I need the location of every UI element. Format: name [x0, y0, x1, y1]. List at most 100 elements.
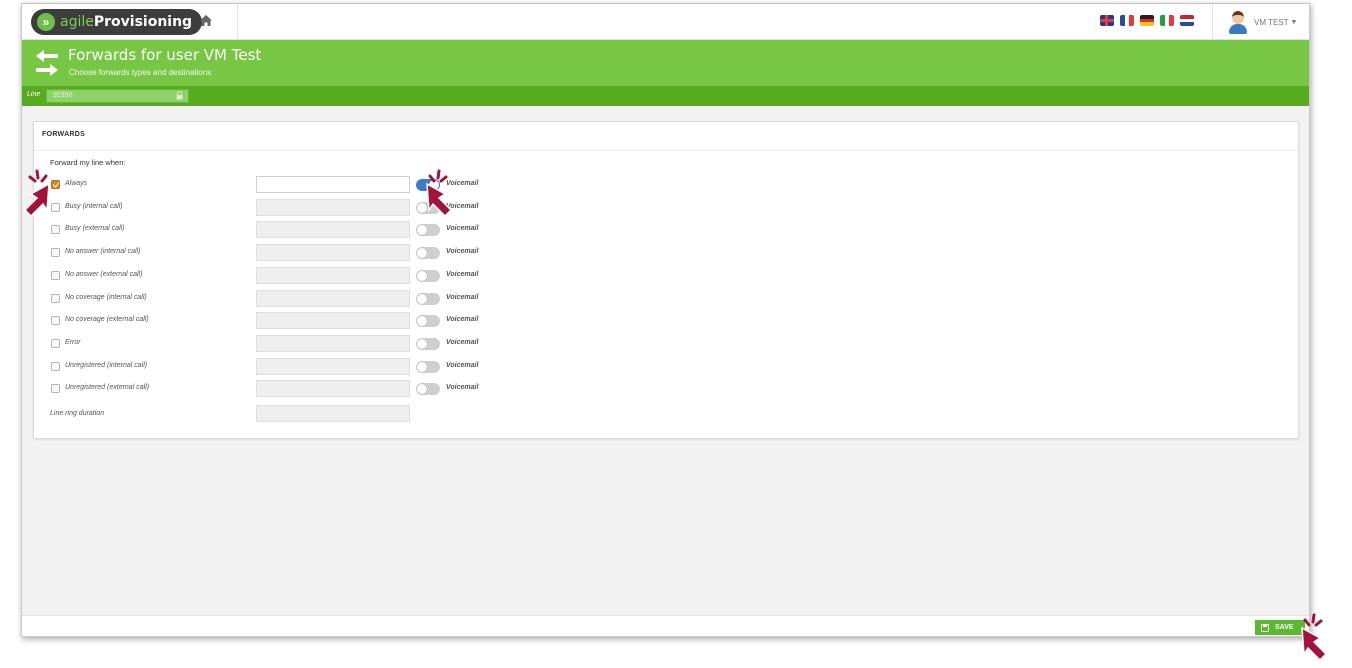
ring-duration-label: Line ring duration — [50, 410, 105, 417]
panel-title: FORWARDS — [42, 131, 86, 138]
language-selector — [1100, 15, 1194, 26]
forward-rule-label: No coverage (external call) — [65, 316, 149, 324]
lock-icon — [176, 91, 183, 100]
destination-input[interactable] — [256, 357, 410, 375]
logo-arrow-icon: » — [37, 13, 55, 31]
voicemail-toggle[interactable] — [416, 269, 440, 282]
user-menu[interactable]: VM TEST ▼ — [1227, 10, 1297, 34]
forward-rule-label: Busy (external call) — [65, 225, 125, 233]
toggle-knob — [417, 384, 427, 395]
ring-duration-input[interactable] — [256, 405, 410, 422]
toggle-knob — [417, 361, 427, 372]
toggle-knob — [417, 248, 427, 259]
forward-rule-label: Error — [65, 338, 81, 346]
voicemail-label: Voicemail — [446, 384, 479, 392]
page-title: Forwards for user VM Test — [68, 46, 262, 64]
forward-rule-label: No coverage (internal call) — [65, 293, 147, 301]
pointer-annotation-icon — [23, 169, 50, 218]
divider — [1212, 4, 1213, 40]
save-icon — [1261, 623, 1269, 632]
forward-rule-label: No answer (external call) — [65, 270, 143, 278]
voicemail-toggle[interactable] — [416, 224, 440, 237]
forward-rule-row: No coverage (internal call) Voicemail — [34, 289, 1298, 308]
toggle-knob — [417, 270, 427, 281]
forward-rule-row: Error Voicemail — [34, 334, 1298, 353]
forward-rule-row: No answer (external call) Voicemail — [34, 266, 1298, 285]
toggle-knob — [417, 225, 427, 236]
voicemail-toggle[interactable] — [416, 383, 440, 396]
forward-checkbox[interactable] — [51, 293, 60, 303]
home-icon[interactable] — [196, 13, 216, 31]
flag-italy-icon[interactable] — [1160, 15, 1174, 26]
forward-rule-label: Always — [65, 180, 88, 187]
voicemail-label: Voicemail — [446, 316, 479, 324]
voicemail-label: Voicemail — [446, 293, 479, 301]
bottom-bar: SAVE — [22, 615, 1309, 636]
line-value: 92390 — [53, 92, 73, 99]
logo-text-agile: agile — [60, 14, 94, 30]
user-name: VM TEST — [1254, 17, 1289, 27]
toggle-knob — [417, 293, 427, 304]
destination-input[interactable] — [256, 266, 410, 284]
forward-rule-row: No coverage (external call) Voicemail — [34, 312, 1298, 330]
voicemail-label: Voicemail — [446, 361, 479, 369]
forward-rule-label: No answer (internal call) — [65, 248, 141, 256]
chevron-down-icon: ▼ — [1290, 18, 1298, 26]
flag-france-icon[interactable] — [1120, 15, 1134, 26]
voicemail-label: Voicemail — [446, 270, 479, 278]
forward-rule-row: Busy (external call) Voicemail — [34, 221, 1298, 239]
swap-arrows-icon — [36, 50, 58, 76]
avatar — [1227, 10, 1249, 34]
forward-rule-label: Busy (internal call) — [65, 202, 123, 210]
forward-rule-row: Busy (internal call) Voicemail — [34, 198, 1298, 217]
divider — [34, 150, 1298, 151]
destination-input[interactable] — [256, 334, 410, 352]
flag-netherlands-icon[interactable] — [1180, 15, 1194, 26]
forward-checkbox[interactable] — [51, 338, 60, 348]
destination-input[interactable] — [256, 176, 410, 193]
voicemail-label: Voicemail — [446, 248, 479, 256]
top-bar: » agile Provisioning VM TEST ▼ — [22, 4, 1309, 40]
voicemail-toggle[interactable] — [416, 360, 440, 373]
app-window: » agile Provisioning VM TEST ▼ Forwards f… — [21, 3, 1310, 637]
voicemail-label: Voicemail — [446, 338, 479, 346]
destination-input[interactable] — [256, 221, 410, 239]
voicemail-label: Voicemail — [446, 225, 479, 233]
pointer-annotation-icon — [1301, 613, 1328, 662]
line-field: 92390 — [46, 89, 189, 103]
voicemail-toggle[interactable] — [416, 247, 440, 260]
line-bar: Line 92390 — [22, 86, 1309, 106]
flag-uk-icon[interactable] — [1100, 15, 1114, 26]
forward-intro-label: Forward my line when: — [50, 158, 126, 167]
forward-checkbox[interactable] — [51, 361, 60, 371]
pointer-annotation-icon — [426, 169, 453, 218]
forward-rule-row: Always Voicemail — [34, 176, 1298, 194]
destination-input[interactable] — [256, 380, 410, 398]
voicemail-toggle[interactable] — [416, 292, 440, 305]
divider — [237, 4, 238, 40]
logo-text-provisioning: Provisioning — [93, 14, 193, 30]
destination-input[interactable] — [256, 312, 410, 330]
forward-checkbox[interactable] — [51, 225, 60, 235]
page-header: Forwards for user VM Test Choose forward… — [22, 40, 1309, 86]
forward-rule-label: Unregistered (external call) — [65, 384, 150, 392]
line-label: Line — [27, 91, 41, 98]
destination-input[interactable] — [256, 289, 410, 307]
destination-input[interactable] — [256, 244, 410, 262]
toggle-knob — [417, 316, 427, 327]
voicemail-toggle[interactable] — [416, 315, 440, 328]
voicemail-toggle[interactable] — [416, 337, 440, 350]
toggle-knob — [417, 338, 427, 349]
app-logo[interactable]: » agile Provisioning — [31, 9, 203, 35]
destination-input[interactable] — [256, 198, 410, 216]
forward-checkbox[interactable] — [51, 316, 60, 326]
forward-rule-row: Unregistered (internal call) Voicemail — [34, 357, 1298, 376]
forward-rule-row: No answer (internal call) Voicemail — [34, 244, 1298, 262]
page-subtitle: Choose forwards types and destinations — [69, 68, 212, 77]
forward-checkbox[interactable] — [51, 270, 60, 280]
forward-checkbox[interactable] — [51, 384, 60, 394]
flag-germany-icon[interactable] — [1140, 15, 1154, 26]
forward-checkbox[interactable] — [51, 248, 60, 258]
forward-rule-row: Unregistered (external call) Voicemail — [34, 380, 1298, 398]
forwards-panel: FORWARDS Forward my line when: Always Voi… — [33, 121, 1299, 439]
